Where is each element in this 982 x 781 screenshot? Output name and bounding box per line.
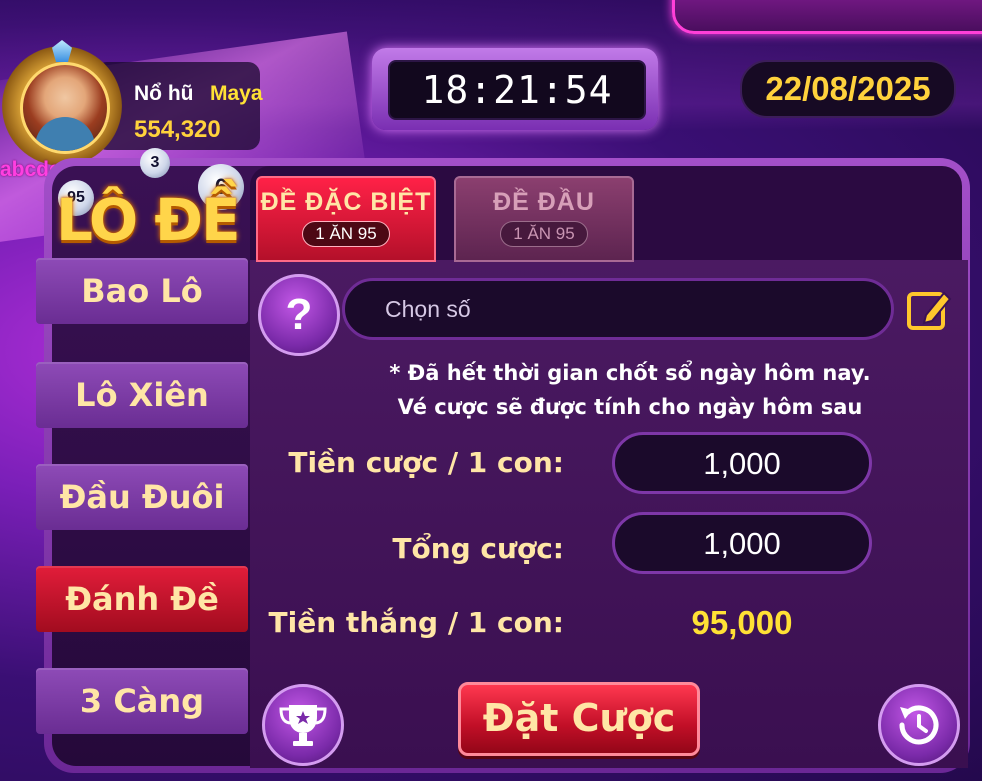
place-bet-button[interactable]: Đặt Cược	[458, 682, 700, 756]
question-icon: ?	[285, 290, 313, 339]
sidebar-item-3-cang[interactable]: 3 Càng	[36, 668, 248, 734]
tab-label: ĐỀ ĐẦU	[493, 188, 595, 216]
jackpot-amount: 554,320	[134, 116, 221, 143]
date-display: 22/08/2025	[740, 60, 956, 118]
cutoff-notice: * Đã hết thời gian chốt sổ ngày hôm nay.…	[340, 356, 920, 424]
odds-badge: 1 ĂN 95	[500, 221, 588, 247]
jackpot-prefix: Nổ hũ	[134, 82, 194, 105]
history-icon	[899, 705, 939, 745]
notice-line: Vé cược sẽ được tính cho ngày hôm sau	[397, 395, 863, 419]
tab-de-dac-biet[interactable]: ĐỀ ĐẶC BIỆT 1 ĂN 95	[256, 176, 436, 262]
win-per-label: Tiền thắng / 1 con:	[268, 606, 564, 639]
logo-ball: 3	[140, 148, 170, 178]
tab-label: ĐỀ ĐẶC BIỆT	[260, 188, 432, 216]
game-logo: LÔ ĐỀ	[56, 186, 241, 254]
sidebar-item-bao-lo[interactable]: Bao Lô	[36, 258, 248, 324]
jackpot-name: Maya	[210, 82, 263, 105]
total-bet-field: 1,000	[612, 512, 872, 574]
sidebar-item-danh-de[interactable]: Đánh Đề	[36, 566, 248, 632]
number-select-input[interactable]	[342, 278, 894, 340]
edit-button[interactable]	[906, 287, 954, 333]
odds-badge: 1 ĂN 95	[302, 221, 390, 247]
sidebar-item-dau-duoi[interactable]: Đầu Đuôi	[36, 464, 248, 530]
edit-icon	[907, 291, 952, 330]
total-bet-label: Tổng cược:	[392, 532, 564, 565]
win-per-value: 95,000	[691, 604, 793, 641]
help-button[interactable]: ?	[258, 274, 340, 356]
tab-de-dau[interactable]: ĐỀ ĐẦU 1 ĂN 95	[454, 176, 634, 262]
history-button[interactable]	[878, 684, 960, 766]
avatar[interactable]	[20, 62, 110, 154]
bet-per-field[interactable]: 1,000	[612, 432, 872, 494]
notice-line: * Đã hết thời gian chốt sổ ngày hôm nay.	[389, 361, 871, 385]
trophy-icon	[279, 705, 327, 746]
bet-per-label: Tiền cược / 1 con:	[288, 446, 564, 479]
top-right-frame	[672, 0, 982, 34]
sidebar-item-lo-xien[interactable]: Lô Xiên	[36, 362, 248, 428]
clock-display: 18:21:54	[388, 60, 646, 120]
leaderboard-button[interactable]	[262, 684, 344, 766]
